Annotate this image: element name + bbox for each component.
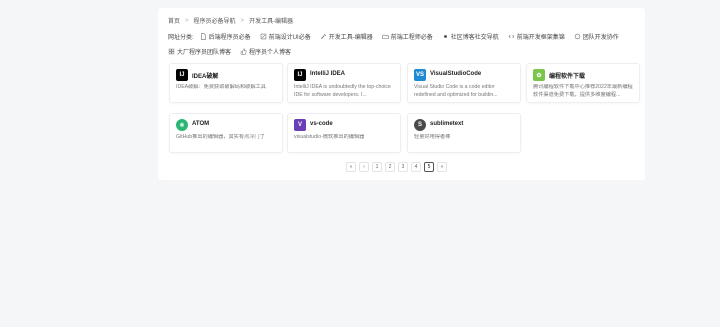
grid-icon <box>168 48 175 55</box>
category-dev-tools[interactable]: 开发工具-编辑器 <box>320 32 373 41</box>
page-first-button[interactable]: « <box>346 162 356 172</box>
card-title: IntelliJ IDEA <box>310 71 346 77</box>
category-row: 网址分类: 后端程序员必备 前端设计UI必备 开发工具-编辑器 前端工程师必备 … <box>168 32 628 41</box>
category-frontend-engineer-label: 前端工程师必备 <box>390 35 433 41</box>
site-card[interactable]: VS VisualStudioCode Visual Studio Code i… <box>407 63 521 103</box>
breadcrumb-separator: > <box>240 17 245 24</box>
card-description: 腾讯编程软件下载中心推荐2022年最新编程软件渠道免费下载，提供多维度编程... <box>533 84 633 98</box>
pagination: « ‹ 1 2 3 4 5 » <box>346 162 447 172</box>
category-backend-label: 后端程序员必备 <box>208 35 251 41</box>
site-card[interactable]: IJ IDEA破解 IDEA破解：免费获取破解码和破解工具 <box>169 63 283 103</box>
dot-icon <box>443 35 447 38</box>
card-description: Visual Studio Code is a code editor rede… <box>414 84 498 98</box>
intellij-logo-icon: IJ <box>294 69 306 81</box>
vscode-logo-icon: VS <box>414 69 426 81</box>
card-description: visualstudio-微软推出的编辑器 <box>294 134 365 140</box>
card-title: sublimetext <box>430 121 464 127</box>
category-frontend-ui[interactable]: 前端设计UI必备 <box>260 32 311 41</box>
circle-icon <box>574 33 580 40</box>
edit-icon <box>260 33 266 40</box>
card-title: ATOM <box>192 121 210 127</box>
card-title: VisualStudioCode <box>430 71 482 77</box>
page-1-button[interactable]: 1 <box>372 162 382 172</box>
site-card[interactable]: ✿ 编程软件下载 腾讯编程软件下载中心推荐2022年最新编程软件渠道免费下载，提… <box>526 63 640 103</box>
sublime-logo-icon: S <box>414 119 426 131</box>
card-title: IDEA破解 <box>192 74 219 80</box>
category-row: 大厂程序员团队博客 程序员个人博客 <box>168 47 300 56</box>
site-card[interactable]: V vs-code visualstudio-微软推出的编辑器 <box>287 113 401 153</box>
card-title: vs-code <box>310 121 333 127</box>
category-personal-blogs-label: 程序员个人博客 <box>249 50 292 56</box>
page-3-button[interactable]: 3 <box>398 162 408 172</box>
page-prev-button[interactable]: ‹ <box>359 162 369 172</box>
intellij-logo-icon: IJ <box>176 69 188 81</box>
category-frameworks-label: 前端开发框架集锦 <box>516 35 565 41</box>
category-community[interactable]: 社区博客社交导航 <box>442 32 499 41</box>
site-card[interactable]: ⚛ ATOM GitHub推出的编辑器，其实有点冷门了 <box>169 113 283 153</box>
category-label: 网址分类: <box>168 35 194 41</box>
card-description: 轻量好用得者棒 <box>414 134 451 140</box>
atom-logo-icon: ⚛ <box>176 119 188 131</box>
breadcrumb: 首页 > 程序员必备导航 > 开发工具-编辑器 <box>168 16 294 26</box>
category-frontend-ui-label: 前端设计UI必备 <box>268 35 311 41</box>
category-personal-blogs[interactable]: 程序员个人博客 <box>240 47 291 56</box>
category-big-tech-blogs[interactable]: 大厂程序员团队博客 <box>168 47 231 56</box>
category-community-label: 社区博客社交导航 <box>450 35 499 41</box>
category-team-label: 团队开发协作 <box>582 35 619 41</box>
thumb-icon <box>240 48 247 55</box>
card-title: 编程软件下载 <box>549 74 586 80</box>
flower-logo-icon: ✿ <box>533 69 545 81</box>
page-5-button[interactable]: 5 <box>424 162 434 172</box>
category-dev-tools-label: 开发工具-编辑器 <box>328 35 373 41</box>
page-2-button[interactable]: 2 <box>385 162 395 172</box>
vscode-logo-icon: V <box>294 119 306 131</box>
folder-icon <box>382 34 389 39</box>
category-big-tech-blogs-label: 大厂程序员团队博客 <box>177 50 232 56</box>
document-icon <box>200 33 206 40</box>
page-4-button[interactable]: 4 <box>411 162 421 172</box>
tools-icon <box>320 34 326 39</box>
card-description: IDEA破解：免费获取破解码和破解工具 <box>176 84 266 90</box>
site-card[interactable]: IJ IntelliJ IDEA IntelliJ IDEA is undoub… <box>287 63 401 103</box>
main-panel: 首页 > 程序员必备导航 > 开发工具-编辑器 网址分类: 后端程序员必备 前端… <box>158 8 645 180</box>
category-frontend-engineer[interactable]: 前端工程师必备 <box>382 32 433 41</box>
breadcrumb-current: 开发工具-编辑器 <box>249 19 294 25</box>
breadcrumb-home[interactable]: 首页 <box>168 16 180 25</box>
page-last-button[interactable]: » <box>437 162 447 172</box>
breadcrumb-separator: > <box>185 17 189 24</box>
site-card[interactable]: S sublimetext 轻量好用得者棒 <box>407 113 521 153</box>
card-description: IntelliJ IDEA is undoubtedly the top-cho… <box>294 84 391 98</box>
category-frameworks[interactable]: 前端开发框架集锦 <box>508 32 565 41</box>
card-description: GitHub推出的编辑器，其实有点冷门了 <box>176 134 265 140</box>
category-backend[interactable]: 后端程序员必备 <box>200 32 251 41</box>
code-icon <box>508 34 515 39</box>
category-team[interactable]: 团队开发协作 <box>574 32 619 41</box>
breadcrumb-section[interactable]: 程序员必备导航 <box>194 16 236 25</box>
